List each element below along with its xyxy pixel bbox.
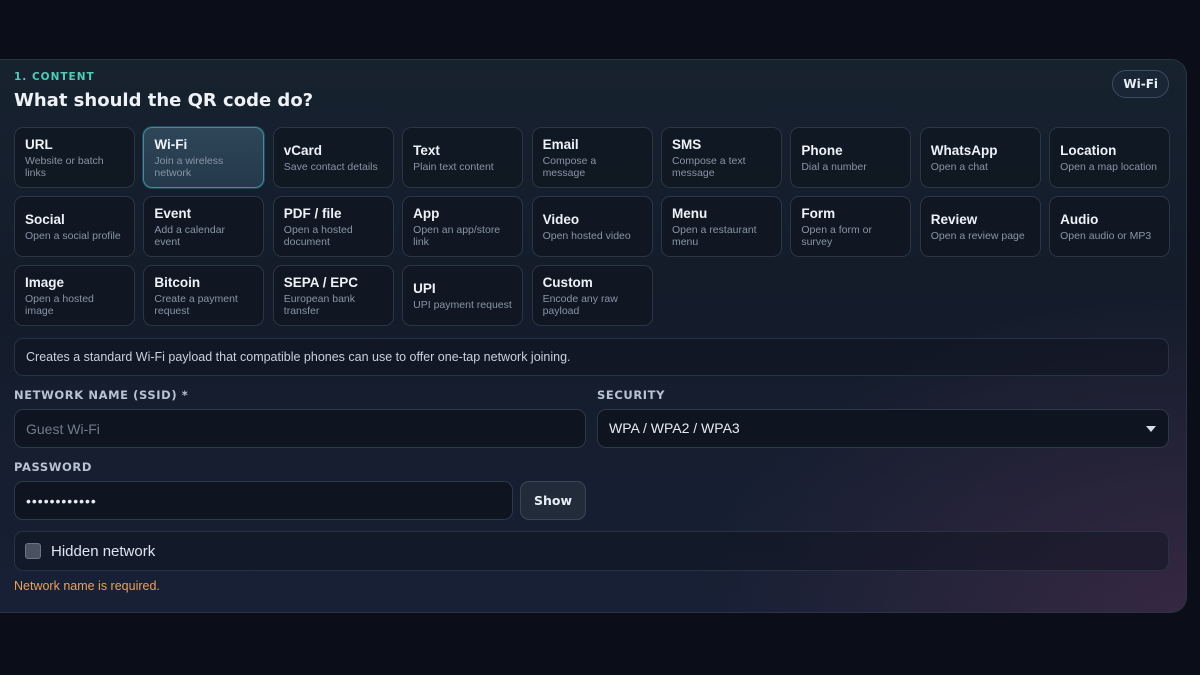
type-card-subtitle: Join a wireless network [154, 154, 224, 179]
type-card-subtitle: Compose a text message [671, 154, 746, 179]
type-card-title: WhatsApp [930, 142, 998, 158]
step-label: 1. CONTENT [14, 71, 95, 83]
type-card-whatsapp[interactable]: WhatsApp Open a chat [919, 127, 1041, 188]
type-card-subtitle: Open a chat [930, 160, 988, 173]
content-panel: 1. CONTENT What should the QR code do? W… [0, 59, 1187, 613]
type-card-title: Image [25, 274, 65, 290]
type-card-subtitle: Create a payment request [154, 292, 238, 317]
password-input[interactable] [14, 481, 513, 520]
type-card-title: Menu [671, 205, 708, 221]
hidden-network-label: Hidden network [51, 542, 156, 560]
type-card-title: Audio [1060, 211, 1099, 227]
hidden-network-toggle[interactable]: Hidden network [14, 531, 1169, 571]
type-card-url[interactable]: URL Website or batch links [14, 127, 135, 188]
ssid-input[interactable] [14, 409, 586, 448]
type-card-upi[interactable]: UPI UPI payment request [402, 265, 524, 326]
type-card-image[interactable]: Image Open a hosted image [14, 265, 135, 326]
type-card-sms[interactable]: SMS Compose a text message [660, 127, 782, 188]
type-card-location[interactable]: Location Open a map location [1049, 127, 1171, 188]
selected-type-badge: Wi-Fi [1112, 70, 1169, 98]
type-card-phone[interactable]: Phone Dial a number [790, 127, 912, 188]
type-card-bitcoin[interactable]: Bitcoin Create a payment request [143, 265, 265, 326]
type-card-title: Text [413, 142, 440, 158]
type-card-subtitle: Open a hosted document [283, 223, 353, 248]
password-label: PASSWORD [14, 460, 92, 474]
type-card-title: Phone [801, 142, 843, 158]
type-card-subtitle: Open a map location [1060, 160, 1158, 173]
type-card-video[interactable]: Video Open hosted video [531, 196, 653, 257]
type-card-title: Review [930, 211, 978, 227]
type-description: Creates a standard Wi-Fi payload that co… [14, 338, 1169, 376]
type-card-subtitle: Open hosted video [542, 229, 631, 242]
type-card-title: Social [25, 211, 65, 227]
type-card-subtitle: Encode any raw payload [542, 292, 618, 317]
type-card-event[interactable]: Event Add a calendar event [143, 196, 265, 257]
type-card-title: Bitcoin [154, 274, 201, 290]
type-card-title: Form [801, 205, 836, 221]
type-card-title: URL [25, 136, 53, 152]
type-card-subtitle: Website or batch links [25, 154, 104, 179]
type-card-review[interactable]: Review Open a review page [919, 196, 1041, 257]
type-card-form[interactable]: Form Open a form or survey [790, 196, 912, 257]
type-card-title: Video [542, 211, 580, 227]
type-card-title: Custom [542, 274, 593, 290]
type-card-subtitle: Open a social profile [25, 229, 121, 242]
type-card-wi-fi[interactable]: Wi-Fi Join a wireless network [143, 127, 265, 188]
type-card-social[interactable]: Social Open a social profile [14, 196, 135, 257]
page-title: What should the QR code do? [14, 90, 314, 111]
security-select-value: WPA / WPA2 / WPA3 [609, 420, 740, 436]
type-card-title: App [413, 205, 440, 221]
qr-type-grid: URL Website or batch links Wi-Fi Join a wir… [14, 127, 1171, 326]
type-card-email[interactable]: Email Compose a message [531, 127, 653, 188]
ssid-label: NETWORK NAME (SSID) * [14, 388, 189, 402]
type-card-subtitle: Open a restaurant menu [671, 223, 757, 248]
type-card-title: Email [542, 136, 579, 152]
show-password-button[interactable]: Show [520, 481, 586, 520]
type-card-custom[interactable]: Custom Encode any raw payload [531, 265, 653, 326]
type-card-menu[interactable]: Menu Open a restaurant menu [660, 196, 782, 257]
type-card-subtitle: Compose a message [542, 154, 597, 179]
type-card-title: Event [154, 205, 192, 221]
type-card-subtitle: Open an app/store link [413, 223, 501, 248]
type-card-pdf-file[interactable]: PDF / file Open a hosted document [272, 196, 394, 257]
type-card-subtitle: European bank transfer [283, 292, 356, 317]
type-card-subtitle: Open a hosted image [25, 292, 94, 317]
chevron-down-icon [1146, 426, 1156, 432]
type-card-title: Location [1060, 142, 1117, 158]
type-card-title: SEPA / EPC [283, 274, 359, 290]
type-card-vcard[interactable]: vCard Save contact details [272, 127, 394, 188]
type-card-audio[interactable]: Audio Open audio or MP3 [1049, 196, 1171, 257]
hidden-network-checkbox[interactable] [25, 543, 41, 559]
security-select[interactable]: WPA / WPA2 / WPA3 [597, 409, 1169, 448]
type-card-subtitle: Dial a number [801, 160, 867, 173]
type-card-title: vCard [283, 142, 323, 158]
type-card-title: Wi-Fi [154, 136, 188, 152]
type-card-subtitle: Plain text content [413, 160, 494, 173]
type-card-subtitle: Open a form or survey [801, 223, 872, 248]
type-card-subtitle: Open a review page [930, 229, 1025, 242]
type-card-subtitle: Save contact details [283, 160, 378, 173]
type-card-title: SMS [671, 136, 702, 152]
security-label: SECURITY [597, 388, 666, 402]
validation-error: Network name is required. [14, 579, 160, 593]
type-card-subtitle: UPI payment request [413, 298, 512, 311]
type-card-title: PDF / file [283, 205, 342, 221]
type-card-text[interactable]: Text Plain text content [402, 127, 524, 188]
type-card-subtitle: Open audio or MP3 [1060, 229, 1152, 242]
type-card-title: UPI [413, 280, 436, 296]
type-card-subtitle: Add a calendar event [154, 223, 226, 248]
type-card-sepa-epc[interactable]: SEPA / EPC European bank transfer [272, 265, 394, 326]
type-card-app[interactable]: App Open an app/store link [402, 196, 524, 257]
